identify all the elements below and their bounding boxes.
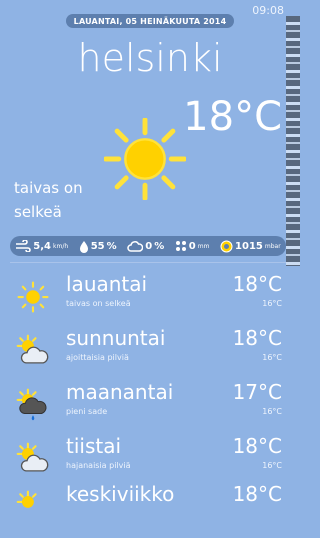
forecast-day: lauantai <box>66 272 148 296</box>
rain-cloud-icon <box>16 388 47 421</box>
cloud-stat: 0% <box>127 241 164 252</box>
forecast-high: 18°C <box>232 434 282 458</box>
forecast-condition: hajanaisia pilviä <box>66 461 131 470</box>
humidity-stat: 55% <box>79 240 117 253</box>
partly-cloudy-icon <box>16 442 49 472</box>
forecast-row[interactable]: sunnuntai ajoittaisia pilviä 18°C 16°C <box>0 326 300 382</box>
forecast-low: 16°C <box>262 353 282 362</box>
wind-value: 5,4 <box>33 240 51 252</box>
forecast-condition: taivas on selkeä <box>66 299 131 308</box>
forecast-low: 16°C <box>262 299 282 308</box>
pressure-value: 1015 <box>235 240 263 252</box>
forecast-day: sunnuntai <box>66 326 166 350</box>
precip-stat: 0 mm <box>175 240 210 252</box>
rain-icon <box>175 241 186 251</box>
cloud-value: 0 <box>145 240 153 252</box>
humidity-value: 55 <box>90 240 105 252</box>
condition-line-1: taivas on <box>14 179 83 197</box>
forecast-high: 18°C <box>232 482 282 506</box>
forecast-high: 17°C <box>232 380 282 404</box>
humidity-unit: % <box>106 240 117 252</box>
precip-unit: mm <box>197 242 210 250</box>
forecast-high: 18°C <box>232 326 282 350</box>
forecast-day: tiistai <box>66 434 122 458</box>
forecast-row[interactable]: maanantai pieni sade 17°C 16°C <box>0 380 300 436</box>
status-time: 09:08 <box>252 4 284 17</box>
forecast-row[interactable]: lauantai taivas on selkeä 18°C 16°C <box>0 272 300 328</box>
forecast-day: keskiviikko <box>66 482 175 506</box>
forecast-row[interactable]: keskiviikko 18°C <box>0 482 300 538</box>
humidity-icon <box>79 240 88 253</box>
cloud-unit: % <box>154 240 165 252</box>
pressure-stat: 1015 mbar <box>220 240 281 253</box>
divider <box>10 262 286 263</box>
forecast-high: 18°C <box>232 272 282 296</box>
pressure-unit: mbar <box>264 242 281 250</box>
pressure-icon <box>220 240 233 252</box>
forecast-day: maanantai <box>66 380 174 404</box>
wind-icon <box>16 240 32 252</box>
weather-stats-bar: 5,4 km/h 55% 0% 0 mm 1015 mbar <box>10 236 286 256</box>
date-badge: LAUANTAI, 05 HEINÄKUUTA 2014 <box>66 14 234 28</box>
sun-icon <box>17 281 49 313</box>
forecast-condition: ajoittaisia pilviä <box>66 353 129 362</box>
cloud-icon <box>127 240 144 252</box>
city-name[interactable]: helsinki <box>0 36 300 80</box>
current-condition: taivas on selkeä <box>14 176 144 224</box>
wind-stat: 5,4 km/h <box>15 240 68 252</box>
partly-cloudy-icon <box>16 334 49 364</box>
partly-cloudy-icon <box>16 490 37 508</box>
forecast-condition: pieni sade <box>66 407 108 416</box>
wind-unit: km/h <box>53 242 69 250</box>
precip-value: 0 <box>188 240 196 252</box>
current-temperature: 18°C <box>183 94 282 140</box>
forecast-low: 16°C <box>262 461 282 470</box>
condition-line-2: selkeä <box>14 203 62 221</box>
forecast-low: 16°C <box>262 407 282 416</box>
